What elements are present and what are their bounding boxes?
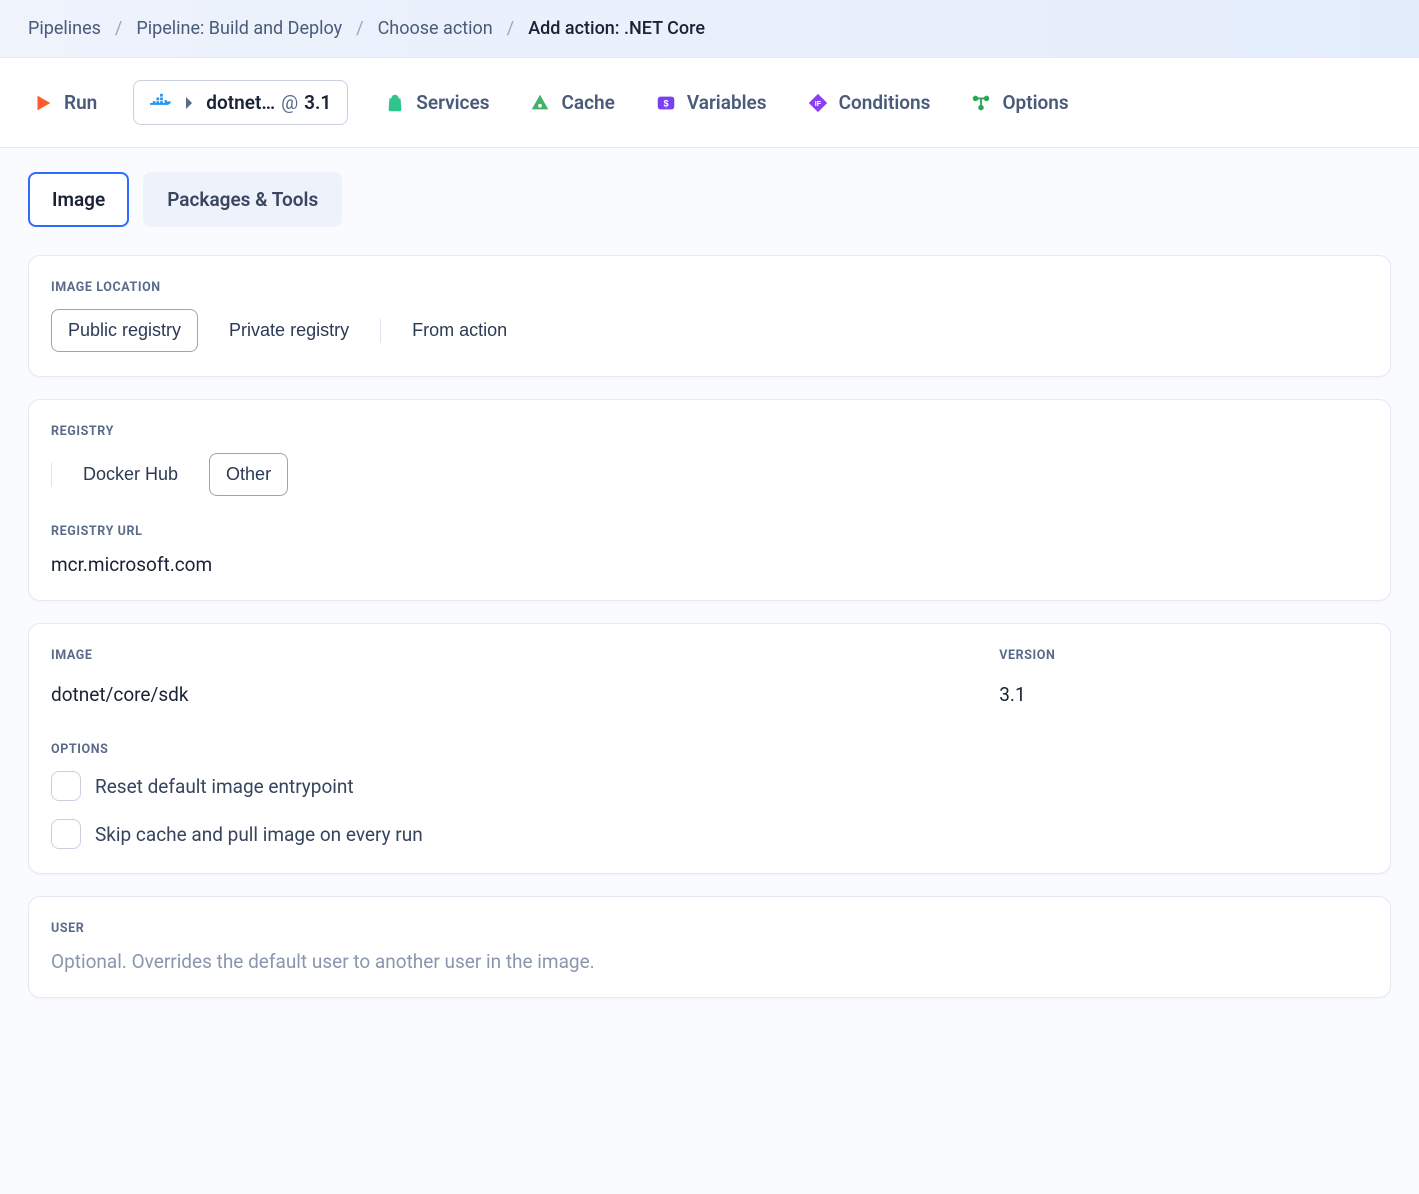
subtab-packages-tools[interactable]: Packages & Tools — [143, 172, 342, 227]
breadcrumb-sep: / — [507, 18, 514, 39]
tab-conditions-label: Conditions — [839, 91, 931, 114]
play-icon — [32, 92, 54, 114]
tab-services[interactable]: Services — [380, 83, 493, 122]
image-location-options: Public registry Private registry From ac… — [51, 309, 1368, 352]
opt-public-registry[interactable]: Public registry — [51, 309, 198, 352]
tab-run-label: Run — [64, 91, 97, 114]
tab-image-version: 3.1 — [304, 91, 331, 114]
tab-cache[interactable]: Cache — [525, 83, 618, 122]
tab-options-label: Options — [1002, 91, 1068, 114]
user-label: USER — [51, 921, 1368, 936]
opt-from-action[interactable]: From action — [395, 309, 524, 352]
checkbox-reset-entrypoint[interactable] — [51, 771, 81, 801]
tab-variables[interactable]: $ Variables — [651, 83, 771, 122]
registry-url-input[interactable]: mcr.microsoft.com — [51, 553, 1368, 576]
breadcrumb-pipelines[interactable]: Pipelines — [28, 18, 101, 39]
breadcrumb: Pipelines / Pipeline: Build and Deploy /… — [28, 18, 1391, 39]
breadcrumb-sep: / — [356, 18, 363, 39]
panel-user: USER Optional. Overrides the default use… — [28, 896, 1391, 998]
opt-docker-hub[interactable]: Docker Hub — [66, 453, 195, 496]
panel-image: IMAGE dotnet/core/sdk VERSION 3.1 OPTION… — [28, 623, 1391, 874]
tab-conditions[interactable]: IF Conditions — [803, 83, 935, 122]
registry-url-label: REGISTRY URL — [51, 524, 1368, 539]
user-input[interactable]: Optional. Overrides the default user to … — [51, 950, 1368, 973]
breadcrumb-choose-action[interactable]: Choose action — [378, 18, 493, 39]
divider — [380, 319, 381, 343]
checkbox-skip-cache[interactable] — [51, 819, 81, 849]
tab-options[interactable]: Options — [966, 83, 1072, 122]
svg-text:IF: IF — [814, 98, 821, 107]
divider — [51, 463, 52, 487]
options-icon — [970, 92, 992, 114]
bag-icon — [384, 92, 406, 114]
options-label: OPTIONS — [51, 742, 1368, 757]
image-input[interactable]: dotnet/core/sdk — [51, 683, 959, 706]
registry-label: REGISTRY — [51, 424, 1368, 439]
breadcrumb-current: Add action: .NET Core — [528, 18, 705, 39]
sub-tabs: Image Packages & Tools — [28, 172, 1391, 227]
breadcrumb-pipeline-build-deploy[interactable]: Pipeline: Build and Deploy — [136, 18, 342, 39]
panel-registry: REGISTRY Docker Hub Other REGISTRY URL m… — [28, 399, 1391, 601]
cache-icon — [529, 92, 551, 114]
conditions-icon: IF — [807, 92, 829, 114]
variables-icon: $ — [655, 92, 677, 114]
image-location-label: IMAGE LOCATION — [51, 280, 1368, 295]
subtab-image[interactable]: Image — [28, 172, 129, 227]
panel-image-location: IMAGE LOCATION Public registry Private r… — [28, 255, 1391, 377]
tab-variables-label: Variables — [687, 91, 767, 114]
content: Image Packages & Tools IMAGE LOCATION Pu… — [0, 148, 1419, 1060]
breadcrumb-sep: / — [115, 18, 122, 39]
version-input[interactable]: 3.1 — [999, 683, 1368, 706]
tab-image-at: @ — [281, 91, 298, 114]
checkbox-skip-cache-label: Skip cache and pull image on every run — [95, 823, 423, 846]
version-label: VERSION — [999, 648, 1368, 663]
checkbox-reset-entrypoint-label: Reset default image entrypoint — [95, 775, 354, 798]
docker-icon — [150, 92, 172, 114]
opt-other[interactable]: Other — [209, 453, 288, 496]
tab-image-selected[interactable]: dotnet… @ 3.1 — [133, 80, 348, 125]
tab-image-name: dotnet… — [206, 91, 275, 114]
tab-cache-label: Cache — [561, 91, 614, 114]
image-label: IMAGE — [51, 648, 959, 663]
registry-options: Docker Hub Other — [51, 453, 1368, 496]
tab-services-label: Services — [416, 91, 489, 114]
opt-private-registry[interactable]: Private registry — [212, 309, 366, 352]
tab-run[interactable]: Run — [28, 83, 101, 122]
top-tabs: Run dotnet… @ 3.1 Services Cache $ Varia… — [0, 58, 1419, 148]
svg-text:$: $ — [663, 98, 668, 108]
chevron-right-icon — [178, 92, 200, 114]
breadcrumb-bar: Pipelines / Pipeline: Build and Deploy /… — [0, 0, 1419, 58]
